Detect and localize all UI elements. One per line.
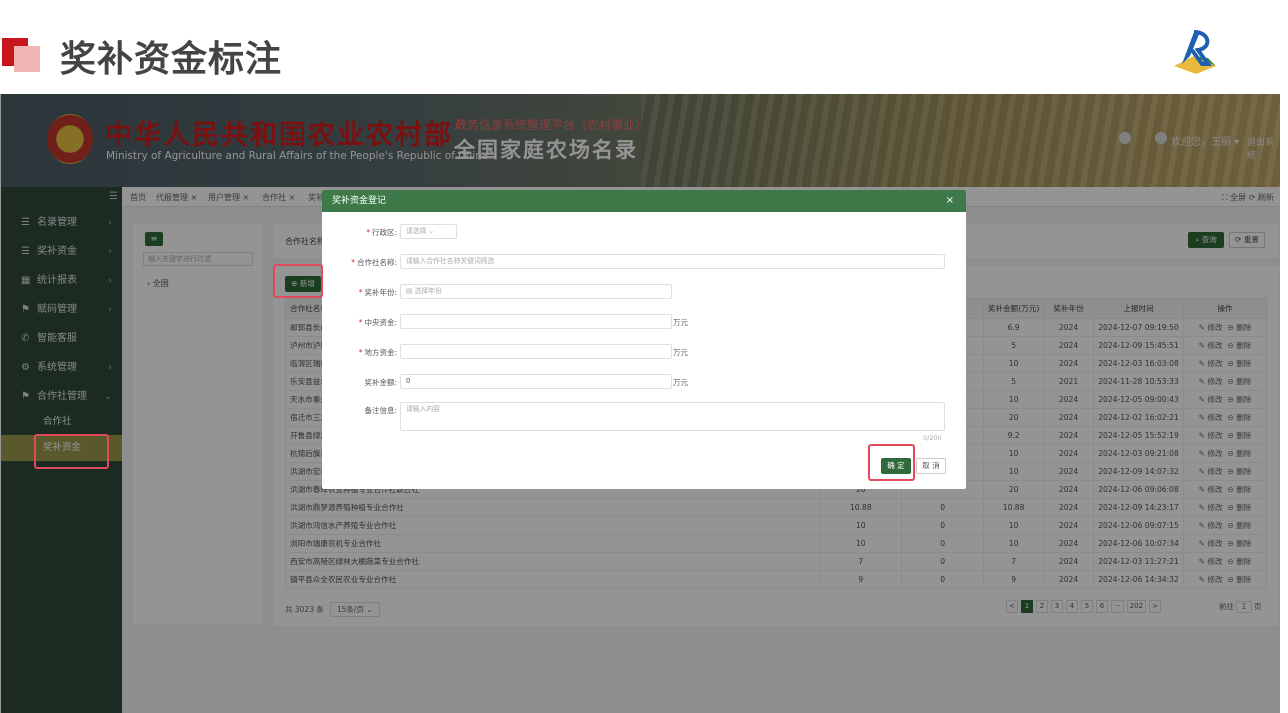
form-row-central: * 中央资金: 万元 <box>322 314 966 334</box>
logo-icon <box>1174 30 1216 74</box>
slide: 奖补资金标注 中华人民共和国农业农村部 Ministry of Agricult… <box>0 0 1288 713</box>
region-select[interactable]: 请选择 ⌄ <box>400 224 457 239</box>
unit-label: 万元 <box>673 348 688 357</box>
title-decoration-pink <box>14 46 40 72</box>
form-row-total: 奖补金额: 0 万元 <box>322 374 966 394</box>
coop-name-input[interactable]: 请输入合作社名称关键词筛选 <box>400 254 945 269</box>
subsidy-amount-input[interactable]: 0 <box>400 374 672 389</box>
form-row-region: * 行政区: 请选择 ⌄ <box>322 224 966 244</box>
slide-title: 奖补资金标注 <box>60 39 283 80</box>
highlight-subsidy-menu <box>34 434 109 469</box>
local-fund-input[interactable] <box>400 344 672 359</box>
form-row-local: * 地方资金: 万元 <box>322 344 966 364</box>
app-screenshot: 中华人民共和国农业农村部 Ministry of Agriculture and… <box>0 94 1280 713</box>
year-picker[interactable]: ▤ 选择年份 <box>400 284 672 299</box>
unit-label: 万元 <box>673 378 688 387</box>
form-row-coop: * 合作社名称: 请输入合作社名称关键词筛选 <box>322 254 966 274</box>
remark-char-counter: 0/200 <box>923 434 942 442</box>
dialog-header: 奖补资金登记 × <box>322 190 966 212</box>
highlight-add-button <box>273 264 323 298</box>
close-icon[interactable]: × <box>946 190 954 212</box>
unit-label: 万元 <box>673 318 688 327</box>
cancel-button[interactable]: 取 消 <box>916 458 946 474</box>
central-fund-input[interactable] <box>400 314 672 329</box>
highlight-confirm-button <box>868 444 915 481</box>
remark-textarea[interactable]: 请输入内容 <box>400 402 945 431</box>
form-row-year: * 奖补年份: ▤ 选择年份 <box>322 284 966 304</box>
form-row-remark: 备注信息: 请输入内容 <box>322 402 966 434</box>
